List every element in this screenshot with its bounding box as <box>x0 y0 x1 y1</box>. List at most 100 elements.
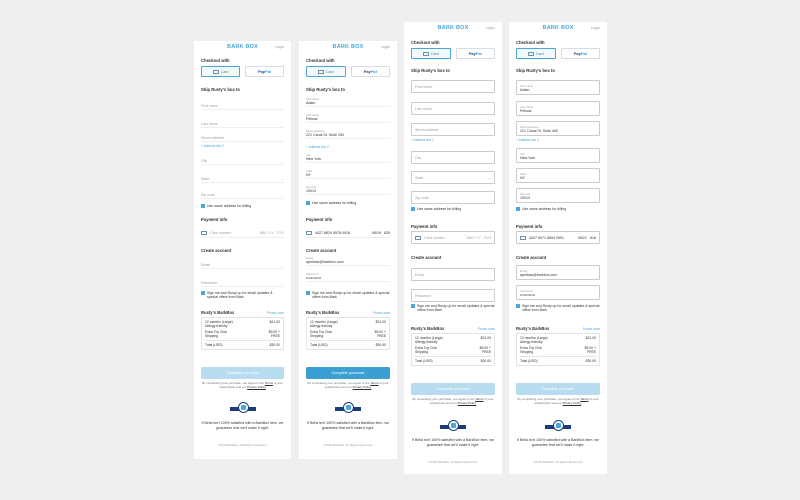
copyright: ©2018 BarkBox. All Rights Reserved. <box>217 443 268 447</box>
complete-purchase-button[interactable]: Complete purchase <box>201 367 284 379</box>
privacy-link[interactable]: Privacy Policy <box>563 401 582 405</box>
password-field[interactable]: Password •••••••••••• <box>516 285 600 300</box>
checkout-title: Checkout with <box>516 40 545 45</box>
credit-card-icon <box>201 230 207 235</box>
card-icon <box>422 51 429 56</box>
same-billing-checkbox[interactable]: Use same address for billing <box>306 201 390 206</box>
street-field[interactable]: Street address 221 Canal St. Suite 400 <box>516 121 600 136</box>
email-field[interactable]: Email apellose@barkbox.com <box>306 255 390 266</box>
paypal-option[interactable]: PayPal <box>560 48 600 59</box>
login-link[interactable]: Login <box>591 26 600 30</box>
email-field[interactable]: Email <box>201 259 284 269</box>
complete-purchase-button[interactable]: Complete purchase <box>516 383 600 395</box>
login-link[interactable]: Login <box>486 26 495 30</box>
terms-link[interactable]: Terms <box>265 381 273 385</box>
checkbox-checked-icon <box>306 291 310 296</box>
promo-code-link[interactable]: Promo code <box>373 311 390 315</box>
add-address-line-link[interactable]: + Address line 2 <box>516 138 600 142</box>
payment-title: Payment info <box>516 224 543 229</box>
checkout-title: Checkout with <box>411 40 440 45</box>
first-name-field[interactable]: First name Adam <box>516 80 600 95</box>
email-field[interactable]: Email <box>411 268 495 281</box>
card-number-field[interactable]: 4427 6071 8894 0591 05/21 816 <box>516 231 600 244</box>
last-name-field[interactable]: Last name <box>201 118 284 128</box>
password-field[interactable]: Password •••••••••••• <box>306 271 390 282</box>
zip-field[interactable]: Zip code <box>411 191 495 204</box>
promo-code-link[interactable]: Promo code <box>478 327 495 331</box>
state-select[interactable]: State ⌄ <box>201 173 284 183</box>
privacy-link[interactable]: Privacy Policy <box>247 385 266 389</box>
city-field[interactable]: City New York <box>306 152 390 163</box>
promo-code-link[interactable]: Promo code <box>267 311 284 315</box>
guarantee-badge-icon <box>440 420 466 434</box>
signup-checkbox[interactable]: Sign me and Rusty up for email updates &… <box>411 304 495 312</box>
mobile-screen-empty: BARK BOX Login Checkout with Card PayPal… <box>194 41 291 459</box>
add-address-line-link[interactable]: + Address line 2 <box>201 144 284 148</box>
card-option[interactable]: Card <box>516 48 556 59</box>
barkbox-logo[interactable]: BARK BOX <box>438 25 469 31</box>
copyright: ©2018 BarkBox. All Rights Reserved. <box>533 460 583 464</box>
paypal-option[interactable]: PayPal <box>245 66 284 77</box>
first-name-field[interactable]: First name <box>411 80 495 93</box>
checkbox-checked-icon <box>411 304 415 309</box>
last-name-field[interactable]: Last name Pelloss <box>516 101 600 116</box>
first-name-field[interactable]: First name Adam <box>306 96 390 107</box>
password-field[interactable]: Password <box>411 289 495 302</box>
card-number-field[interactable]: Card number MM / YY CVV <box>201 228 284 238</box>
terms-link[interactable]: Terms <box>475 397 483 401</box>
first-name-field[interactable]: First name <box>201 100 284 110</box>
terms-link[interactable]: Terms <box>370 381 378 385</box>
state-select[interactable]: State NY <box>306 168 390 179</box>
barkbox-logo[interactable]: BARK BOX <box>543 25 574 31</box>
account-title: Create account <box>411 255 442 260</box>
terms-link[interactable]: Terms <box>580 397 588 401</box>
promo-code-link[interactable]: Promo code <box>583 327 600 331</box>
paypal-option[interactable]: PayPal <box>350 66 390 77</box>
payment-title: Payment info <box>411 224 438 229</box>
city-field[interactable]: City <box>411 151 495 164</box>
last-name-field[interactable]: Last name <box>411 102 495 115</box>
card-option[interactable]: Card <box>306 66 346 77</box>
add-address-line-link[interactable]: + Address line 2 <box>411 138 495 142</box>
login-link[interactable]: Login <box>381 45 390 49</box>
card-number-field[interactable]: 4427 8829 9576 0918 06/19 830 <box>306 228 390 238</box>
zip-field[interactable]: Zip code <box>201 189 284 199</box>
street-field[interactable]: Street address <box>411 123 495 136</box>
city-field[interactable]: City <box>201 155 284 165</box>
complete-purchase-button[interactable]: Complete purchase <box>411 383 495 395</box>
credit-card-icon <box>520 235 526 240</box>
same-billing-checkbox[interactable]: Use same address for billing <box>201 204 284 209</box>
privacy-link[interactable]: Privacy Policy <box>353 385 372 389</box>
zip-field[interactable]: Zip code 10013 <box>516 188 600 203</box>
barkbox-logo[interactable]: BARK BOX <box>227 44 258 50</box>
same-billing-checkbox[interactable]: Use same address for billing <box>411 207 495 212</box>
card-option[interactable]: Card <box>201 66 240 77</box>
state-select[interactable]: State ⌄ <box>411 171 495 184</box>
paypal-option[interactable]: PayPal <box>455 48 495 59</box>
barkbox-logo[interactable]: BARK BOX <box>333 44 364 50</box>
signup-checkbox[interactable]: Sign me and Rusty up for email updates &… <box>306 291 390 299</box>
last-name-field[interactable]: Last name Pelloss <box>306 112 390 123</box>
paypal-logo: PayPal <box>257 69 272 74</box>
password-field[interactable]: Password <box>201 277 284 287</box>
zip-field[interactable]: Zip code 10013 <box>306 184 390 195</box>
state-select[interactable]: State NY <box>516 168 600 183</box>
card-option[interactable]: Card <box>411 48 451 59</box>
add-address-line-link[interactable]: + Address line 2 <box>306 145 390 149</box>
same-billing-checkbox[interactable]: Use same address for billing <box>516 207 600 212</box>
complete-purchase-button[interactable]: Complete purchase <box>306 367 390 379</box>
header: BARK BOX Login <box>516 22 600 35</box>
chevron-down-icon: ⌄ <box>487 175 491 180</box>
street-field[interactable]: Street address 221 Canal St. Suite 250 <box>306 128 390 139</box>
email-field[interactable]: Email apelloss@barkbox.com <box>516 265 600 280</box>
signup-checkbox[interactable]: Sign me and Rusty up for email updates &… <box>201 291 284 299</box>
signup-checkbox[interactable]: Sign me and Rusty up for email updates &… <box>516 304 600 312</box>
street-field[interactable]: Street address <box>201 132 284 142</box>
copyright: ©2018 BarkBox. All Rights Reserved. <box>428 460 478 464</box>
card-number-field[interactable]: Card number MM / YY CVV <box>411 231 495 244</box>
summary-title: Rusty's BarkBox <box>306 310 340 315</box>
login-link[interactable]: Login <box>275 45 284 49</box>
guarantee-text: If Bella isn't 100% satisfied with a Bar… <box>201 421 284 430</box>
city-field[interactable]: City New York <box>516 148 600 163</box>
privacy-link[interactable]: Privacy Policy <box>458 401 477 405</box>
